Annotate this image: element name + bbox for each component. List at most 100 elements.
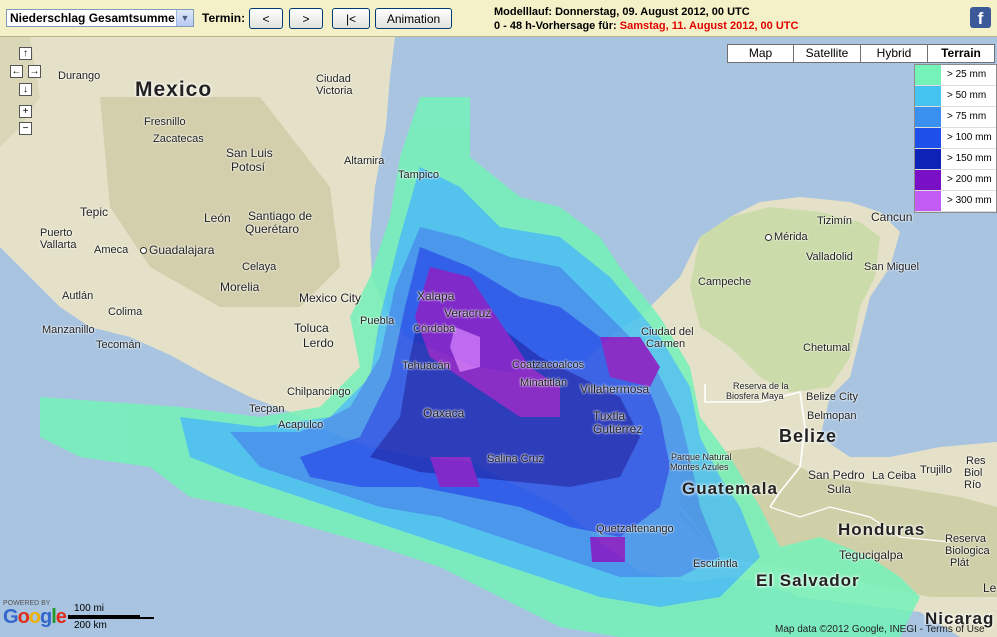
city-label: Tepic	[80, 206, 108, 218]
city-label: Tecomán	[96, 339, 141, 351]
city-name: Le	[983, 581, 997, 595]
city-name: Autlán	[62, 290, 94, 302]
city-name: Puerto	[40, 227, 73, 239]
city-name: Toluca	[294, 321, 329, 335]
city-label: Biologica	[945, 545, 990, 557]
city-label: Río	[964, 479, 981, 491]
city-label: Reserva	[945, 533, 986, 545]
city-label: Tehuacán	[402, 360, 450, 372]
maptype-hybrid[interactable]: Hybrid	[860, 44, 928, 63]
city-name: Chetumal	[803, 342, 851, 354]
legend-swatch	[915, 149, 941, 169]
city-label: Victoria	[316, 85, 352, 97]
city-name: Puebla	[360, 315, 395, 327]
legend-swatch	[915, 65, 941, 85]
legend-label: > 50 mm	[947, 90, 987, 101]
city-label: Zacatecas	[153, 133, 204, 145]
city-name: Res	[966, 455, 986, 467]
city-label: Veracruz	[444, 307, 491, 319]
city-label: Chilpancingo	[287, 386, 351, 398]
city-name: La Ceiba	[872, 470, 917, 482]
city-name: Ameca	[94, 244, 129, 256]
chevron-down-icon[interactable]: ▼	[176, 10, 193, 26]
city-label: Biol	[964, 467, 982, 479]
city-label: Gutiérrez	[593, 423, 642, 435]
google-logo[interactable]: Google	[3, 606, 67, 629]
forecast-date: Samstag, 11. August 2012, 00 UTC	[619, 20, 799, 32]
city-label: Santiago de	[248, 210, 312, 222]
city-name: Mérida	[774, 231, 808, 243]
city-label: Quetzaltenango	[596, 523, 674, 535]
city-label: Coatzacoalcos	[512, 359, 584, 371]
city-label: Mexico City	[299, 292, 361, 304]
city-name: Altamira	[344, 155, 385, 167]
pan-right-button[interactable]: →	[28, 65, 41, 78]
legend-label: > 100 mm	[947, 132, 992, 143]
legend-row: > 200 mm	[915, 170, 996, 191]
maptype-terrain[interactable]: Terrain	[927, 44, 995, 63]
city-name: Tecpan	[249, 403, 285, 415]
city-name: Quetzaltenango	[596, 523, 674, 535]
city-label: Tegucigalpa	[839, 549, 903, 561]
city-label: Chetumal	[803, 342, 850, 354]
city-name: Santiago de	[248, 209, 313, 223]
map-attribution[interactable]: Map data ©2012 Google, INEGI - Terms of …	[775, 624, 985, 635]
forecast-text: 0 - 48 h-Vorhersage für: Samstag, 11. Au…	[494, 19, 798, 33]
city-label: Le	[983, 582, 996, 594]
legend-row: > 50 mm	[915, 86, 996, 107]
city-label: Plát	[950, 557, 969, 569]
prev-button[interactable]: <	[249, 8, 283, 29]
maptype-satellite[interactable]: Satellite	[793, 44, 861, 63]
city-name: Tampico	[398, 169, 439, 181]
first-button[interactable]: |<	[332, 8, 370, 29]
city-label: Montes Azules	[670, 461, 729, 473]
city-name: Coatzacoalcos	[512, 359, 585, 371]
toolbar: Niederschlag Gesamtsumme ▼ Termin: < > |…	[0, 0, 997, 37]
city-name: Ciudad del	[641, 326, 694, 338]
map-view[interactable]: Map Satellite Hybrid Terrain > 25 mm > 5…	[0, 37, 997, 637]
city-name: Campeche	[698, 276, 752, 288]
city-name: Tehuacán	[402, 360, 450, 372]
product-select[interactable]: Niederschlag Gesamtsumme ▼	[6, 9, 194, 27]
city-name: Celaya	[242, 261, 277, 273]
city-name: Colima	[108, 306, 143, 318]
next-button[interactable]: >	[289, 8, 323, 29]
city-label: Villahermosa	[580, 383, 649, 395]
city-name: Tecomán	[96, 339, 141, 351]
facebook-icon[interactable]: f	[970, 7, 991, 28]
city-name: León	[204, 211, 231, 225]
legend-label: > 300 mm	[947, 195, 992, 206]
city-name: Cancun	[871, 210, 913, 224]
city-label: Escuintla	[693, 558, 738, 570]
pan-up-button[interactable]: ↑	[19, 47, 32, 60]
city-label: Minatitlán	[520, 377, 567, 389]
country-label-belize: Belize	[779, 426, 838, 446]
city-label: Autlán	[62, 290, 93, 302]
zoom-out-button[interactable]: −	[19, 122, 32, 135]
pan-down-button[interactable]: ↓	[19, 83, 32, 96]
maptype-map[interactable]: Map	[727, 44, 794, 63]
legend-label: > 150 mm	[947, 153, 992, 164]
legend-label: > 25 mm	[947, 69, 987, 80]
city-label: Tampico	[398, 169, 439, 181]
city-label: Mérida	[765, 231, 808, 243]
city-label: Vallarta	[40, 239, 76, 251]
city-name: Córdoba	[413, 323, 456, 335]
city-name: Gutiérrez	[593, 422, 643, 436]
city-name: Biol	[964, 467, 983, 479]
city-label: Potosí	[231, 161, 265, 173]
city-label: Fresnillo	[144, 116, 186, 128]
zoom-in-button[interactable]: +	[19, 105, 32, 118]
city-name: Río	[964, 479, 982, 491]
scale-km-bar	[68, 617, 154, 619]
city-label: Guadalajara	[140, 244, 214, 256]
city-label: San Miguel	[864, 261, 919, 273]
city-label: Manzanillo	[42, 324, 95, 336]
legend-row: > 100 mm	[915, 128, 996, 149]
city-label: Ciudad	[316, 73, 351, 85]
city-label: Trujillo	[920, 464, 952, 476]
city-label: Altamira	[344, 155, 384, 167]
city-name: Durango	[58, 70, 101, 82]
animation-button[interactable]: Animation	[375, 8, 452, 29]
pan-left-button[interactable]: ←	[10, 65, 23, 78]
